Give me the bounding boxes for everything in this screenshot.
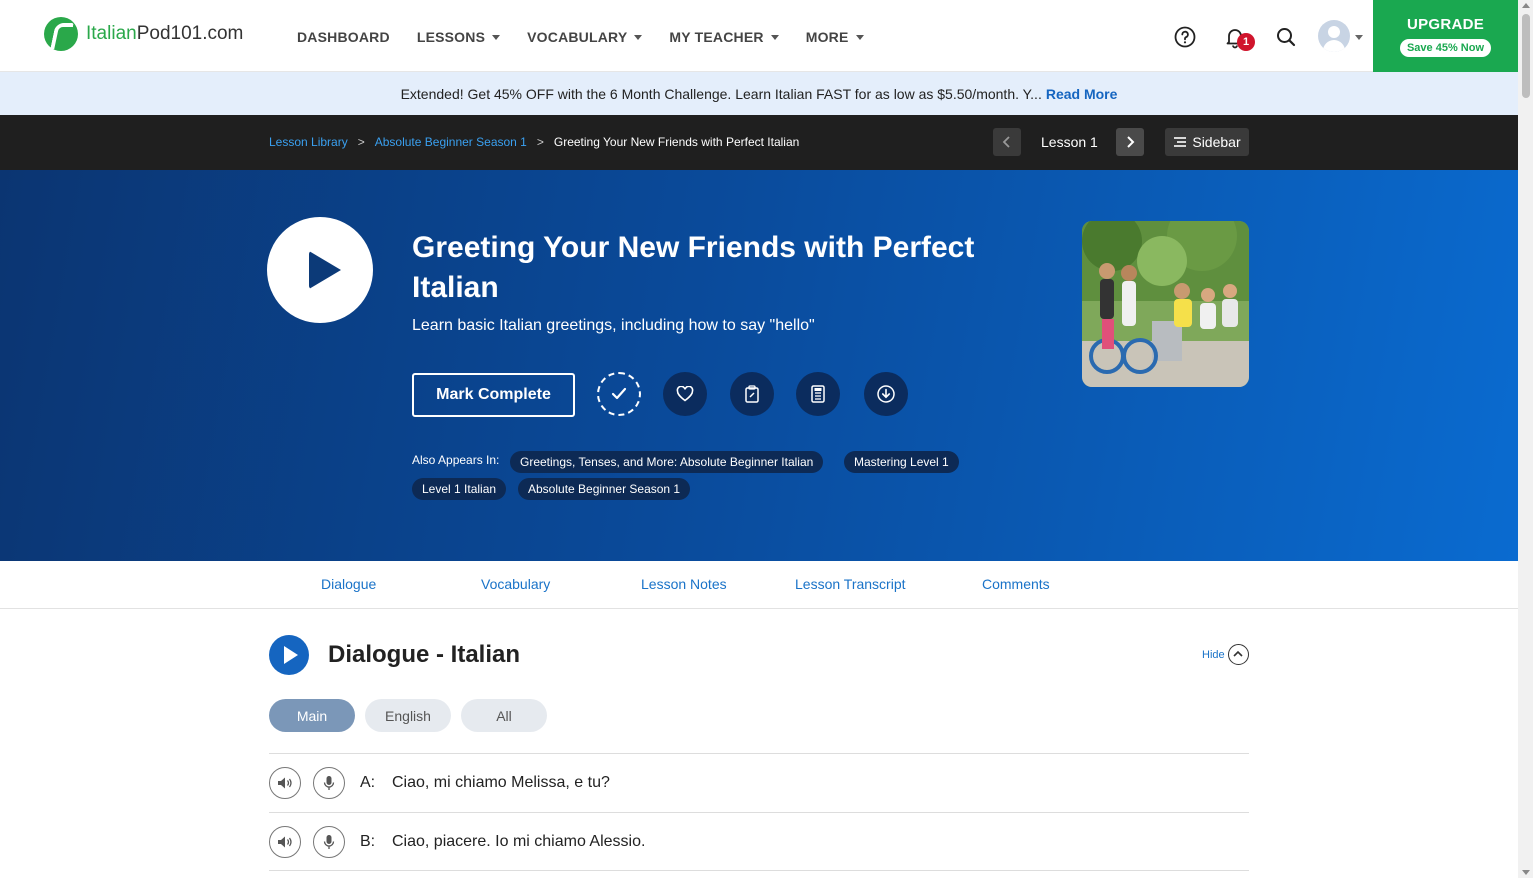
chevron-down-icon bbox=[770, 34, 779, 40]
promo-banner: Extended! Get 45% OFF with the 6 Month C… bbox=[0, 72, 1518, 115]
list-icon bbox=[1174, 137, 1187, 147]
sidebar-toggle-button[interactable]: Sidebar bbox=[1165, 128, 1249, 156]
tab-lesson-notes[interactable]: Lesson Notes bbox=[641, 576, 727, 592]
hide-dialogue-link[interactable]: Hide bbox=[1202, 649, 1225, 661]
filter-main-button[interactable]: Main bbox=[269, 699, 355, 732]
upgrade-discount-badge: Save 45% Now bbox=[1399, 39, 1492, 57]
help-icon[interactable] bbox=[1173, 25, 1197, 49]
dialogue-line: A: Ciao, mi chiamo Melissa, e tu? bbox=[269, 753, 1249, 812]
menu-vocabulary[interactable]: VOCABULARY bbox=[527, 29, 643, 45]
also-appears-tag[interactable]: Mastering Level 1 bbox=[844, 451, 959, 473]
pdf-document-icon[interactable] bbox=[796, 372, 840, 416]
lesson-number-label: Lesson 1 bbox=[1041, 134, 1098, 150]
scroll-down-arrow-icon[interactable] bbox=[1522, 870, 1530, 875]
notification-badge: 1 bbox=[1237, 33, 1255, 51]
promo-text: Extended! Get 45% OFF with the 6 Month C… bbox=[400, 85, 1042, 102]
speaker-label: B: bbox=[360, 833, 376, 850]
lesson-breadcrumb-bar: Lesson Library > Absolute Beginner Seaso… bbox=[0, 115, 1518, 170]
upgrade-label: UPGRADE bbox=[1406, 16, 1485, 33]
also-appears-label: Also Appears In: bbox=[412, 453, 500, 467]
breadcrumb-lesson-library[interactable]: Lesson Library bbox=[269, 135, 348, 149]
dialogue-line: B: Ciao, piacere. Io mi chiamo Alessio. bbox=[269, 812, 1249, 871]
lesson-title: Greeting Your New Friends with Perfect I… bbox=[412, 231, 975, 304]
lesson-tabs: Dialogue Vocabulary Lesson Notes Lesson … bbox=[0, 561, 1518, 609]
logo-text: ItalianPod101.com bbox=[86, 23, 244, 44]
breadcrumb-separator: > bbox=[536, 135, 544, 149]
upgrade-button[interactable]: UPGRADE Save 45% Now bbox=[1373, 0, 1518, 72]
lesson-subtitle: Learn basic Italian greetings, including… bbox=[412, 317, 815, 334]
breadcrumb: Lesson Library > Absolute Beginner Seaso… bbox=[269, 135, 799, 149]
mark-complete-button[interactable]: Mark Complete bbox=[412, 373, 575, 417]
checkmark-complete-icon[interactable] bbox=[597, 372, 641, 416]
next-lesson-button[interactable] bbox=[1116, 128, 1144, 156]
download-icon[interactable] bbox=[864, 372, 908, 416]
breadcrumb-season[interactable]: Absolute Beginner Season 1 bbox=[375, 135, 527, 149]
chevron-right-icon bbox=[1127, 136, 1135, 148]
chevron-down-icon bbox=[634, 34, 643, 40]
chevron-down-icon bbox=[492, 34, 501, 40]
notes-clipboard-icon[interactable] bbox=[730, 372, 774, 416]
main-menu: DASHBOARD LESSONS VOCABULARY MY TEACHER … bbox=[297, 29, 891, 45]
divider bbox=[269, 870, 1249, 871]
tab-vocabulary[interactable]: Vocabulary bbox=[481, 576, 550, 592]
chevron-down-icon bbox=[855, 34, 864, 40]
previous-lesson-button[interactable] bbox=[993, 128, 1021, 156]
filter-english-button[interactable]: English bbox=[365, 699, 451, 732]
dialogue-title: Dialogue - Italian bbox=[328, 641, 521, 668]
user-avatar[interactable] bbox=[1318, 20, 1350, 52]
tab-dialogue[interactable]: Dialogue bbox=[321, 576, 376, 592]
search-icon[interactable] bbox=[1274, 25, 1298, 49]
page: ItalianPod101.com DASHBOARD LESSONS VOCA… bbox=[0, 0, 1533, 878]
menu-dashboard[interactable]: DASHBOARD bbox=[297, 29, 390, 45]
also-appears-tag[interactable]: Greetings, Tenses, and More: Absolute Be… bbox=[510, 451, 824, 473]
menu-lessons[interactable]: LESSONS bbox=[417, 29, 501, 45]
play-dialogue-button[interactable] bbox=[269, 635, 309, 675]
page-scrollbar[interactable] bbox=[1518, 0, 1533, 878]
chevron-left-icon bbox=[1002, 136, 1010, 148]
chevron-up-icon[interactable] bbox=[1228, 644, 1249, 665]
promo-read-more-link[interactable]: Read More bbox=[1046, 86, 1118, 102]
also-appears-tag[interactable]: Absolute Beginner Season 1 bbox=[518, 478, 691, 500]
menu-my-teacher[interactable]: MY TEACHER bbox=[669, 29, 779, 45]
also-appears-tag[interactable]: Level 1 Italian bbox=[412, 478, 507, 500]
lesson-hero: Greeting Your New Friends with Perfect I… bbox=[0, 170, 1518, 561]
notifications-bell-icon[interactable]: 1 bbox=[1223, 25, 1255, 51]
favorite-heart-icon[interactable] bbox=[663, 372, 707, 416]
breadcrumb-current: Greeting Your New Friends with Perfect I… bbox=[553, 135, 800, 149]
microphone-icon[interactable] bbox=[313, 767, 345, 799]
scroll-up-arrow-icon[interactable] bbox=[1522, 3, 1530, 8]
lesson-thumbnail-image bbox=[1082, 221, 1249, 387]
menu-more[interactable]: MORE bbox=[806, 29, 864, 45]
speaker-audio-icon[interactable] bbox=[269, 826, 301, 858]
tab-lesson-transcript[interactable]: Lesson Transcript bbox=[795, 576, 906, 592]
logo-icon bbox=[44, 17, 78, 51]
dialogue-line-text: Ciao, mi chiamo Melissa, e tu? bbox=[392, 774, 610, 791]
microphone-icon[interactable] bbox=[313, 826, 345, 858]
speaker-label: A: bbox=[360, 774, 376, 791]
play-lesson-button[interactable] bbox=[267, 217, 373, 323]
speaker-audio-icon[interactable] bbox=[269, 767, 301, 799]
site-logo[interactable]: ItalianPod101.com bbox=[44, 17, 243, 51]
top-navbar: ItalianPod101.com DASHBOARD LESSONS VOCA… bbox=[0, 0, 1518, 72]
filter-all-button[interactable]: All bbox=[461, 699, 547, 732]
scrollbar-thumb[interactable] bbox=[1522, 14, 1530, 98]
dialogue-line-text: Ciao, piacere. Io mi chiamo Alessio. bbox=[392, 833, 646, 850]
breadcrumb-separator: > bbox=[357, 135, 365, 149]
avatar-chevron-down-icon[interactable] bbox=[1355, 35, 1363, 40]
tab-comments[interactable]: Comments bbox=[982, 576, 1050, 592]
